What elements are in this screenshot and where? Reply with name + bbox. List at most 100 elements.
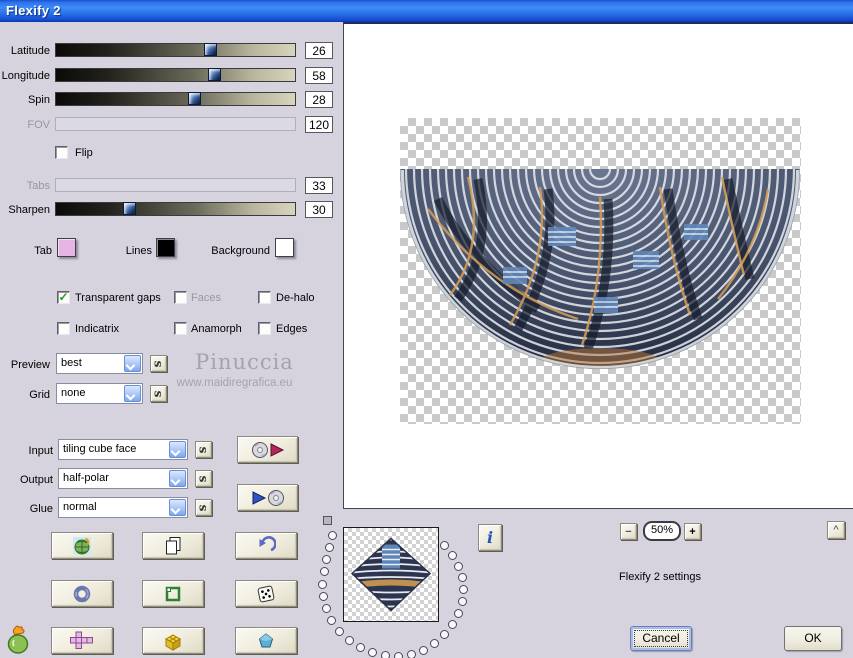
background-swatch-label: Background <box>211 245 270 257</box>
gem-icon <box>258 632 274 647</box>
ring-button[interactable] <box>51 580 113 607</box>
window-title: Flexify 2 <box>6 3 61 18</box>
latitude-slider-thumb[interactable] <box>204 43 217 56</box>
fov-value[interactable]: 120 <box>305 116 333 133</box>
dial-dot <box>454 609 463 618</box>
zoom-level: 50% <box>643 521 681 541</box>
dial-dot <box>322 555 331 564</box>
title-bar[interactable]: Flexify 2 <box>0 0 853 22</box>
transparent-gaps-checkbox[interactable]: ✓ <box>57 291 70 304</box>
de-halo-checkbox[interactable] <box>258 291 271 304</box>
preview-dropdown[interactable]: best <box>56 353 143 374</box>
undo-button[interactable] <box>235 532 297 559</box>
glue-dropdown[interactable]: normal <box>58 497 188 518</box>
grid-dropdown[interactable]: none <box>56 383 143 404</box>
preview-dropdown-value: best <box>61 357 82 369</box>
preview-panel[interactable] <box>343 22 853 509</box>
indicatrix-checkbox[interactable] <box>57 322 70 335</box>
source-thumbnail[interactable] <box>343 527 439 622</box>
tab-color-swatch[interactable] <box>57 238 76 257</box>
dial-dot <box>458 597 467 606</box>
frame-button[interactable] <box>142 580 204 607</box>
collapse-button[interactable]: ^ <box>827 521 845 539</box>
dial-dot <box>325 543 334 552</box>
dial-dot <box>345 636 354 645</box>
dial-dot <box>320 567 329 576</box>
latitude-slider[interactable] <box>55 43 296 57</box>
dial-dot <box>381 651 390 658</box>
cancel-button[interactable]: Cancel <box>630 626 692 651</box>
dial-dot <box>407 650 416 658</box>
load-settings-button[interactable] <box>237 484 298 511</box>
longitude-slider-thumb[interactable] <box>208 68 221 81</box>
background-color-swatch[interactable] <box>275 238 294 257</box>
fov-label: FOV <box>27 119 50 131</box>
dial-dot <box>448 620 457 629</box>
save-settings-button[interactable] <box>237 436 298 463</box>
input-dropdown[interactable]: tiling cube face <box>58 439 188 460</box>
frame-icon <box>165 586 181 601</box>
lines-color-swatch[interactable] <box>156 238 175 257</box>
flip-checkbox[interactable] <box>55 146 68 159</box>
info-icon: i <box>486 528 494 547</box>
sharpen-value[interactable]: 30 <box>305 201 333 218</box>
edges-checkbox[interactable] <box>258 322 271 335</box>
ring-icon <box>73 585 91 602</box>
glue-dropdown-label: Glue <box>29 503 53 515</box>
cube-net-button[interactable] <box>51 627 113 654</box>
preview-dropdown-label: Preview <box>10 359 50 371</box>
dial-dot <box>448 551 457 560</box>
yellow-box-icon <box>164 633 182 651</box>
dial-dot <box>459 585 468 594</box>
spin-slider[interactable] <box>55 92 296 106</box>
input-s-button[interactable]: s <box>195 441 212 458</box>
glue-dropdown-value: normal <box>63 501 97 513</box>
dial-dot <box>368 648 377 657</box>
chevron-down-icon[interactable] <box>169 470 186 487</box>
sharpen-slider[interactable] <box>55 202 296 216</box>
preview-image-halfdome <box>400 169 800 369</box>
latitude-label: Latitude <box>10 45 50 57</box>
spin-globe-button[interactable] <box>51 532 113 559</box>
sharpen-slider-thumb[interactable] <box>123 202 136 215</box>
spin-value[interactable]: 28 <box>305 91 333 108</box>
dial-dot <box>430 639 439 648</box>
spin-slider-thumb[interactable] <box>188 92 201 105</box>
minus-icon: − <box>625 525 632 538</box>
copy-button[interactable] <box>142 532 204 559</box>
chevron-down-icon[interactable] <box>169 441 186 458</box>
gem-button[interactable] <box>235 627 297 654</box>
check-mark: ✓ <box>58 290 69 304</box>
flaming-pear-logo <box>7 625 29 654</box>
latitude-value[interactable]: 26 <box>305 42 333 59</box>
glue-s-button[interactable]: s <box>195 499 212 516</box>
indicatrix-label: Indicatrix <box>75 323 120 335</box>
undo-arrow-icon <box>259 535 276 551</box>
longitude-slider[interactable] <box>55 68 296 82</box>
chevron-down-icon[interactable] <box>169 499 186 516</box>
yellow-box-button[interactable] <box>142 627 204 654</box>
faces-label: Faces <box>191 292 221 304</box>
zoom-in-button[interactable]: + <box>684 523 701 540</box>
anamorph-checkbox[interactable] <box>174 322 187 335</box>
tabs-value[interactable]: 33 <box>305 177 333 194</box>
blue-arrow-icon <box>252 490 266 505</box>
dial-dot <box>440 630 449 639</box>
longitude-value[interactable]: 58 <box>305 67 333 84</box>
output-dropdown[interactable]: half-polar <box>58 468 188 489</box>
output-s-button[interactable]: s <box>195 470 212 487</box>
anamorph-label: Anamorph <box>191 323 242 335</box>
ok-button[interactable]: OK <box>784 626 842 651</box>
zoom-out-button[interactable]: − <box>620 523 637 540</box>
chevron-down-icon[interactable] <box>124 355 141 372</box>
disc-icon <box>267 489 284 506</box>
tab-swatch-label: Tab <box>34 245 52 257</box>
grid-dropdown-value: none <box>61 387 86 399</box>
fov-slider <box>55 117 296 131</box>
info-button[interactable]: i <box>478 524 502 551</box>
plus-icon: + <box>689 525 696 538</box>
random-dice-button[interactable] <box>235 580 297 607</box>
dial-dot <box>356 643 365 652</box>
watermark-name: Pinuccia <box>195 350 294 374</box>
dial-dot <box>458 573 467 582</box>
